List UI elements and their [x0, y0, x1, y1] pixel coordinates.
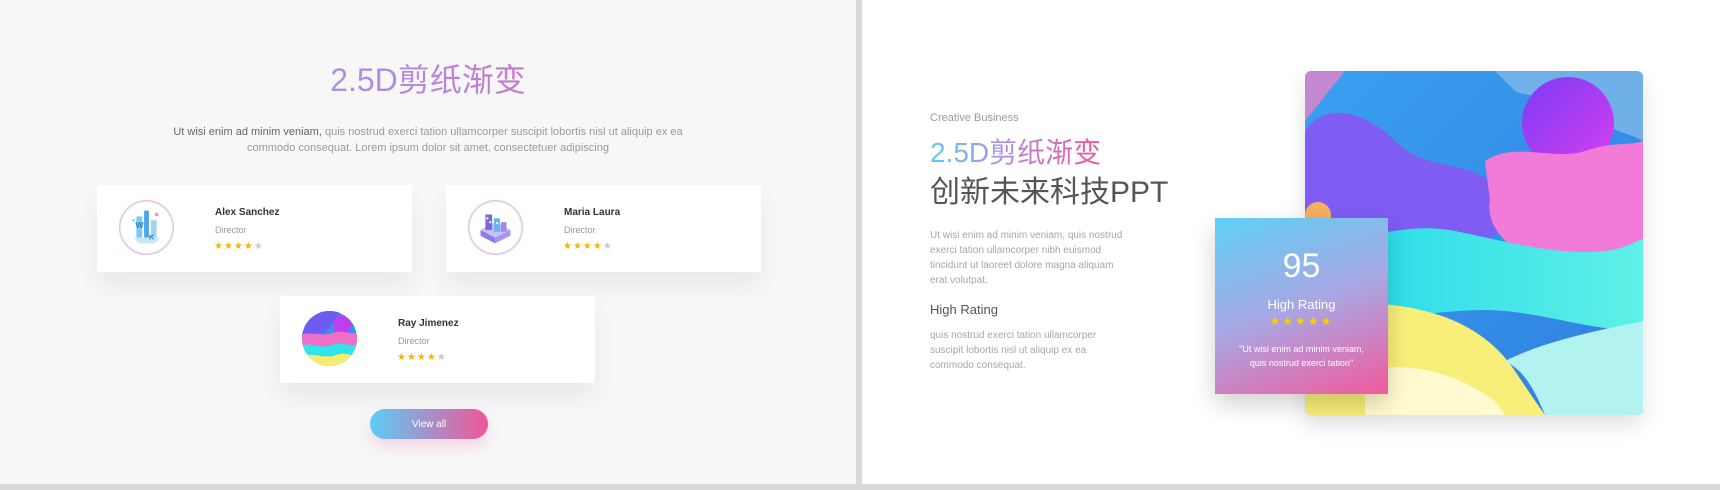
svg-text:W: W: [135, 220, 144, 230]
member-role: Director: [398, 336, 430, 346]
avatar: [302, 311, 357, 366]
right-slide: Creative Business 2.5D剪纸渐变 创新未来科技PPT Ut …: [862, 0, 1720, 484]
star-rating: ★★★★★: [563, 241, 613, 252]
member-name: Alex Sanchez: [215, 207, 280, 218]
rating-quote: "Ut wisi enim ad minim veniam, quis nost…: [1239, 344, 1364, 368]
star-icons-filled: ★★★★: [397, 352, 437, 363]
star-icons: ★★★★★: [1269, 314, 1334, 328]
work-illustration-icon: W K: [132, 210, 161, 244]
star-rating: ★★★★★: [214, 241, 264, 252]
star-icon-empty: ★: [253, 241, 264, 252]
view-all-button[interactable]: View all: [370, 409, 488, 439]
member-role: Director: [215, 225, 247, 235]
star-icons-filled: ★★★★: [214, 241, 254, 252]
slide-title: 2.5D剪纸渐变: [0, 60, 856, 100]
papercut-waves-icon: [302, 311, 357, 366]
star-rating: ★★★★★: [397, 352, 447, 363]
team-card: Ray Jimenez Director ★★★★★: [280, 296, 595, 383]
member-role: Director: [564, 225, 596, 235]
star-icon-empty: ★: [436, 352, 447, 363]
star-icons-filled: ★★★★: [563, 241, 603, 252]
rating-label: High Rating: [1267, 297, 1336, 312]
star-icon-empty: ★: [602, 241, 613, 252]
title-line-2: 创新未来科技PPT: [930, 176, 1169, 209]
team-card: W K Alex Sanchez Director ★★★★★: [97, 185, 412, 272]
rating-score: 95: [1282, 247, 1321, 285]
title-line-1: 2.5D剪纸渐变: [930, 137, 1102, 168]
intro-emphasis: Ut wisi enim ad minim veniam,: [173, 126, 322, 138]
member-name: Ray Jimenez: [398, 318, 459, 329]
subheading: High Rating: [930, 302, 998, 317]
intro-text: Ut wisi enim ad minim veniam, quis nostr…: [160, 124, 696, 156]
body-text: Ut wisi enim ad minim veniam, quis nostr…: [930, 230, 1123, 286]
svg-text:K: K: [149, 233, 155, 242]
isometric-building-icon: [480, 214, 511, 244]
left-slide: 2.5D剪纸渐变 Ut wisi enim ad minim veniam, q…: [0, 0, 856, 484]
body-text-secondary: quis nostrud exerci tation ullamcorper s…: [930, 330, 1097, 371]
team-card: Maria Laura Director ★★★★★: [446, 185, 761, 272]
rating-card: 95 High Rating ★★★★★ "Ut wisi enim ad mi…: [1215, 218, 1388, 394]
member-name: Maria Laura: [564, 207, 621, 218]
kicker-text: Creative Business: [930, 112, 1019, 124]
avatar: [468, 200, 523, 255]
avatar: W K: [119, 200, 174, 255]
